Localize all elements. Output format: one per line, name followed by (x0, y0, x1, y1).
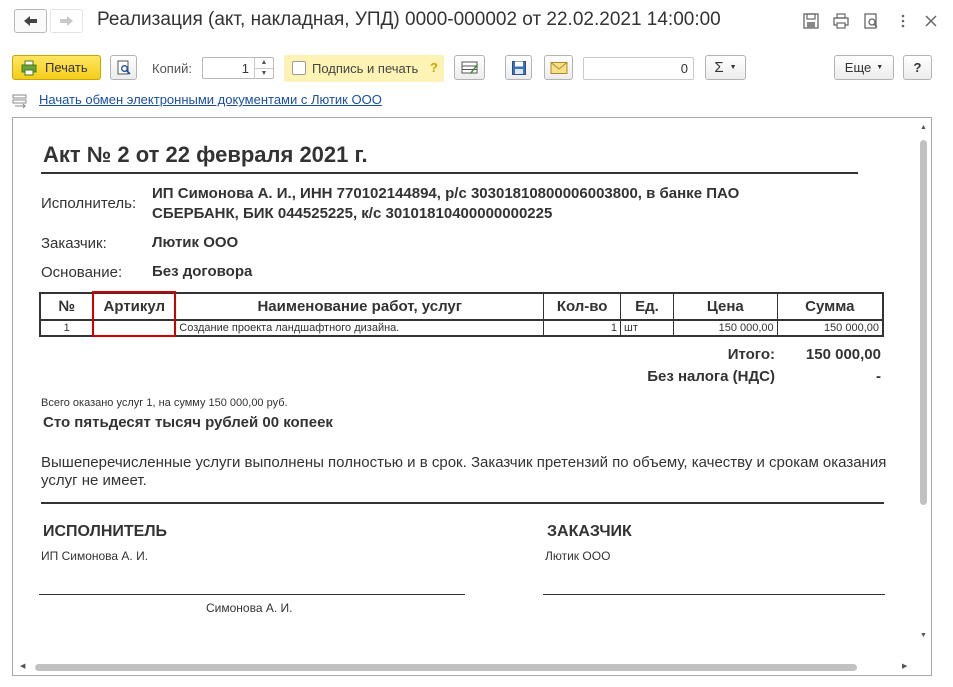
act-document: Акт № 2 от 22 февраля 2021 г. Исполнител… (13, 118, 913, 658)
back-button[interactable] (14, 9, 47, 33)
executor-signature-heading: ИСПОЛНИТЕЛЬ (43, 523, 168, 540)
sign-and-stamp-label[interactable]: Подпись и печать (312, 61, 418, 76)
scroll-down-arrow-icon[interactable]: ▼ (920, 632, 927, 639)
chevron-down-icon: ▼ (729, 64, 737, 71)
amount-in-words: Сто пятьдесят тысяч рублей 00 копеек (43, 414, 333, 431)
executor-label: Исполнитель: (41, 195, 137, 212)
executor-value: ИП Симонова А. И., ИНН 770102144894, р/с… (152, 185, 740, 222)
start-edo-exchange-link[interactable]: Начать обмен электронными документами с … (39, 92, 382, 107)
printer-icon (21, 60, 37, 75)
customer-signature-name: Лютик ООО (545, 549, 611, 563)
col-header-price: Цена (672, 292, 778, 321)
copies-value: 1 (241, 61, 249, 76)
executor-signature-line (39, 594, 465, 595)
exchange-icon (12, 94, 27, 109)
total-label: Итого: (727, 346, 775, 363)
col-header-sum: Сумма (776, 292, 884, 321)
preview-icon[interactable] (862, 12, 880, 30)
save-to-file-button[interactable] (505, 55, 532, 80)
sum-field[interactable]: 0 (583, 57, 694, 80)
help-button[interactable]: ? (903, 55, 932, 80)
vertical-scrollbar[interactable]: ▲ ▼ (915, 118, 931, 659)
horizontal-scrollbar[interactable]: ◀ ▶ (13, 659, 931, 675)
vat-label: Без налога (НДС) (647, 368, 775, 385)
document-title: Акт № 2 от 22 февраля 2021 г. (43, 142, 368, 167)
copies-label: Копий: (152, 61, 192, 76)
forward-arrow-icon (60, 16, 73, 26)
cell-name: Создание проекта ландшафтного дизайна. (175, 319, 545, 337)
cell-sum: 150 000,00 (776, 319, 884, 337)
print-icon[interactable] (832, 12, 850, 30)
cell-unit: шт (620, 319, 674, 337)
col-header-unit: Ед. (620, 292, 674, 321)
more-button-label: Еще (844, 60, 872, 75)
cell-qty: 1 (543, 319, 622, 337)
executor-signature-name: ИП Симонова А. И. (41, 549, 149, 563)
copies-stepper[interactable]: 1 ▲ ▼ (202, 57, 274, 79)
save-icon[interactable] (802, 12, 820, 30)
print-preview-button[interactable] (110, 55, 137, 80)
table-settings-button[interactable] (454, 55, 485, 80)
scroll-up-arrow-icon[interactable]: ▲ (920, 124, 927, 131)
customer-signature-heading: ЗАКАЗЧИК (547, 523, 632, 540)
executor-signature-caption: Симонова А. И. (206, 601, 293, 615)
services-summary: Всего оказано услуг 1, на сумму 150 000,… (41, 397, 288, 409)
print-button[interactable]: Печать (12, 55, 101, 80)
sku-column-highlight (92, 291, 176, 337)
vat-value: - (876, 368, 881, 385)
more-button[interactable]: Еще ▼ (834, 55, 894, 80)
sign-and-stamp-help[interactable]: ? (430, 60, 438, 75)
sign-and-stamp-checkbox[interactable] (292, 61, 306, 75)
copies-increment-button[interactable]: ▲ (254, 58, 273, 68)
acceptance-statement: Вышеперечисленные услуги выполнены полно… (41, 454, 887, 489)
sign-and-stamp-option: Подпись и печать ? (284, 55, 444, 82)
send-email-button[interactable] (544, 55, 573, 80)
print-button-label: Печать (45, 60, 88, 75)
scroll-left-arrow-icon[interactable]: ◀ (20, 662, 25, 670)
close-icon[interactable] (922, 12, 940, 30)
col-header-number: № (39, 292, 94, 321)
table-settings-icon (461, 61, 478, 74)
disk-icon (511, 60, 526, 75)
basis-label: Основание: (41, 264, 123, 281)
vertical-scroll-thumb[interactable] (920, 140, 927, 505)
chevron-down-icon: ▼ (876, 64, 884, 71)
title-bar: Реализация (акт, накладная, УПД) 0000-00… (0, 0, 953, 44)
back-arrow-icon (24, 16, 37, 26)
horizontal-scroll-thumb[interactable] (35, 664, 857, 671)
sum-value: 0 (680, 61, 688, 76)
forward-button[interactable] (50, 9, 83, 33)
customer-signature-line (543, 594, 885, 595)
print-preview-icon (117, 60, 131, 75)
customer-value: Лютик ООО (152, 234, 239, 251)
scroll-right-arrow-icon[interactable]: ▶ (902, 662, 907, 670)
total-value: 150 000,00 (805, 346, 881, 363)
window-title: Реализация (акт, накладная, УПД) 0000-00… (97, 9, 721, 30)
print-form-area[interactable]: Акт № 2 от 22 февраля 2021 г. Исполнител… (12, 117, 932, 676)
sum-mode-button[interactable]: Σ ▼ (705, 55, 746, 80)
envelope-icon (550, 61, 567, 74)
cell-price: 150 000,00 (672, 319, 778, 337)
more-icon[interactable] (894, 12, 912, 30)
help-button-label: ? (913, 60, 922, 75)
basis-value: Без договора (152, 263, 253, 280)
col-header-name: Наименование работ, услуг (175, 292, 545, 321)
customer-label: Заказчик: (41, 235, 107, 252)
copies-decrement-button[interactable]: ▼ (254, 68, 273, 78)
col-header-qty: Кол-во (543, 292, 622, 321)
signature-separator (41, 502, 884, 504)
title-underline (41, 172, 858, 174)
sigma-icon: Σ (714, 59, 724, 76)
cell-number: 1 (39, 319, 94, 337)
